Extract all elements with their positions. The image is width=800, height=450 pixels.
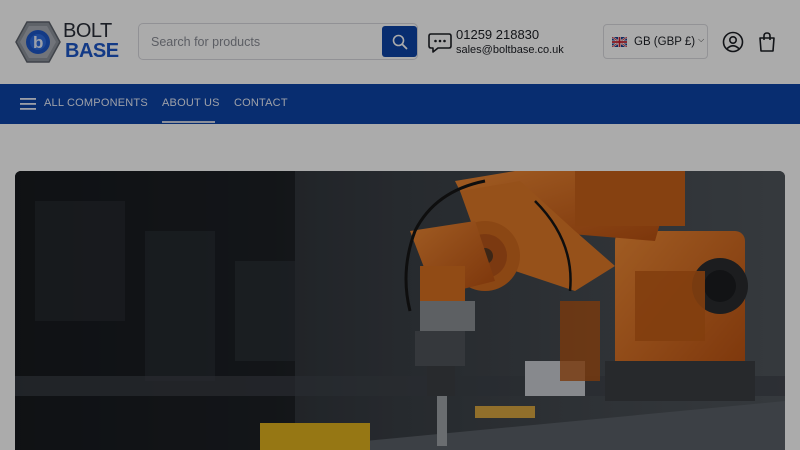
search-icon [392,34,407,49]
svg-text:b: b [33,33,43,52]
uk-flag-icon [612,36,627,47]
currency-label: GB (GBP £) [634,35,696,48]
nav-about-us[interactable]: ABOUT US [162,97,220,109]
hero-image [15,171,785,450]
search-button[interactable] [382,26,417,57]
chevron-down-icon: ⌵ [698,34,705,44]
robot-arm-illustration [15,171,785,450]
email-address[interactable]: sales@boltbase.co.uk [456,44,564,56]
contact-info: 01259 218830 sales@boltbase.co.uk [428,27,578,61]
search-bar [138,23,418,60]
brand-logo[interactable]: b BOLT BASE [15,19,119,65]
currency-selector[interactable]: GB (GBP £) ⌵ [603,24,708,59]
shopping-bag-icon[interactable] [757,31,777,53]
nav-all-components[interactable]: ALL COMPONENTS [44,97,148,109]
main-navigation: ALL COMPONENTS ABOUT US CONTACT [0,84,800,124]
logo-word-base: BASE [65,40,119,62]
account-icon[interactable] [722,31,744,53]
search-input[interactable] [139,24,381,59]
logo-word-bolt: BOLT [63,20,112,42]
active-nav-indicator [162,121,215,123]
hamburger-menu-icon[interactable] [20,97,36,111]
nav-contact[interactable]: CONTACT [234,97,288,109]
site-header: b BOLT BASE 01259 218830 sales@boltbase.… [0,0,800,84]
hex-bolt-logo-icon: b [15,21,61,63]
phone-number[interactable]: 01259 218830 [456,27,539,42]
chat-icon [428,33,452,53]
